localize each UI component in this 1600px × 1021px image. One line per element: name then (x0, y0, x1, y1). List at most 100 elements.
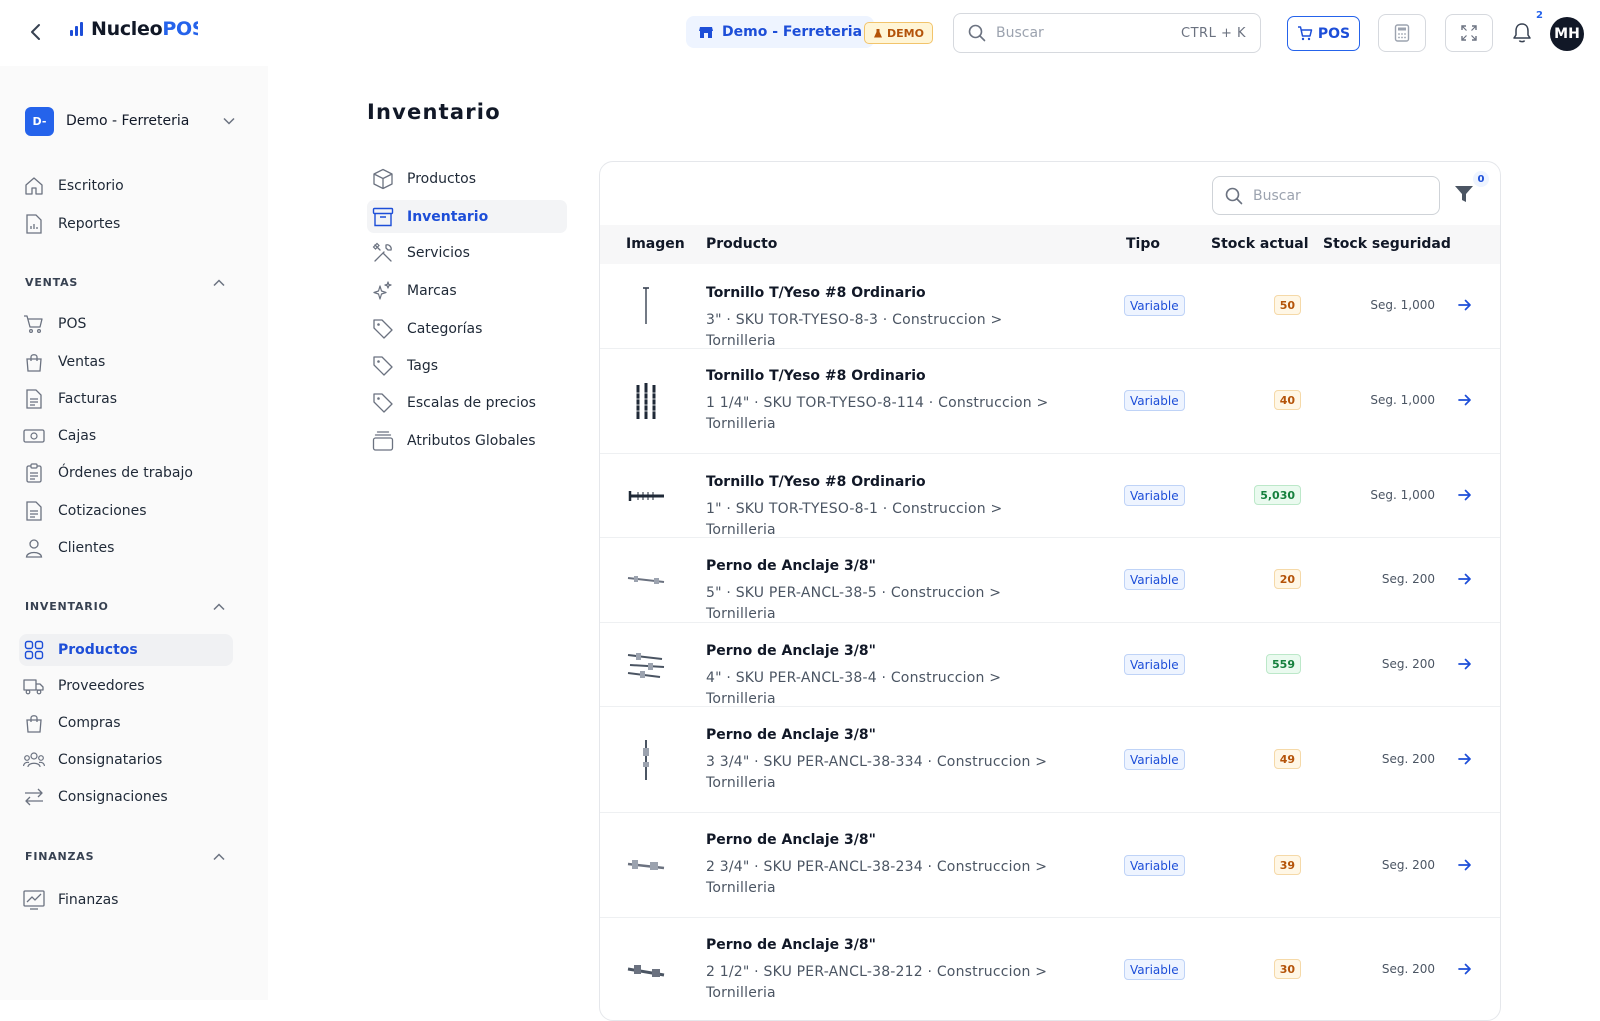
table-row[interactable]: Tornillo T/Yeso #8 Ordinario 1" · SKU TO… (600, 454, 1500, 538)
subnav-productos[interactable]: Productos (367, 162, 567, 195)
bag-icon (23, 712, 45, 734)
product-image (624, 949, 668, 993)
row-open-button[interactable] (1456, 750, 1474, 768)
table-search-input[interactable] (1253, 187, 1427, 204)
sidebar-item-label: Clientes (58, 540, 115, 556)
sidebar-item-ventas[interactable]: Ventas (19, 346, 233, 378)
column-header-tipo[interactable]: Tipo (1126, 236, 1160, 252)
box-icon (372, 168, 394, 190)
tools-icon (372, 242, 394, 264)
section-finanzas[interactable]: FINANZAS (25, 850, 225, 863)
sidebar-item-productos[interactable]: Productos (19, 634, 233, 666)
product-image (624, 474, 668, 518)
stock-badge: 20 (1273, 569, 1301, 589)
pos-button[interactable]: POS (1287, 16, 1360, 51)
filter-button[interactable] (1452, 182, 1476, 206)
column-header-stock-actual[interactable]: Stock actual (1211, 236, 1309, 252)
table-header: Imagen Producto Tipo Stock actual Stock … (600, 225, 1500, 264)
screw-image (628, 491, 664, 501)
row-open-button[interactable] (1456, 391, 1474, 409)
notifications-button[interactable] (1507, 18, 1537, 48)
column-header-producto[interactable]: Producto (706, 236, 777, 252)
cart-icon (23, 313, 45, 335)
report-icon (23, 213, 45, 235)
sidebar-item-label: Escritorio (58, 178, 124, 194)
sidebar-item-consignaciones[interactable]: Consignaciones (19, 781, 233, 813)
sidebar-item-reportes[interactable]: Reportes (19, 208, 233, 240)
demo-badge: DEMO (864, 22, 933, 44)
subnav-marcas[interactable]: Marcas (367, 274, 567, 307)
page-title: Inventario (367, 100, 501, 124)
subnav-categorias[interactable]: Categorías (367, 312, 567, 345)
subnav-label: Marcas (407, 282, 457, 299)
row-open-button[interactable] (1456, 960, 1474, 978)
company-selector[interactable]: D- Demo - Ferreteria (25, 106, 235, 136)
subnav-inventario[interactable]: Inventario (367, 200, 567, 233)
table-row[interactable]: Perno de Anclaje 3/8" 2 1/2" · SKU PER-A… (600, 918, 1500, 1020)
table-row[interactable]: Perno de Anclaje 3/8" 4" · SKU PER-ANCL-… (600, 623, 1500, 707)
section-title: VENTAS (25, 276, 79, 289)
document-icon (23, 500, 45, 522)
row-open-button[interactable] (1456, 655, 1474, 673)
global-search[interactable]: CTRL + K (953, 13, 1261, 53)
section-inventario[interactable]: INVENTARIO (25, 600, 225, 613)
bell-icon (1513, 23, 1531, 43)
back-button[interactable] (24, 20, 48, 44)
product-meta: 1 1/4" · SKU TOR-TYESO-8-114 · Construcc… (706, 395, 1049, 432)
home-icon (23, 175, 45, 197)
product-name[interactable]: Perno de Anclaje 3/8" (706, 937, 876, 953)
row-open-button[interactable] (1456, 856, 1474, 874)
sidebar-item-proveedores[interactable]: Proveedores (19, 670, 233, 702)
sidebar-item-pos[interactable]: POS (19, 308, 233, 340)
section-ventas[interactable]: VENTAS (25, 276, 225, 289)
app-logo[interactable]: NucleoPOS (70, 18, 198, 40)
fullscreen-button[interactable] (1445, 14, 1493, 52)
row-open-button[interactable] (1456, 296, 1474, 314)
store-icon (699, 27, 713, 38)
chart-icon (23, 889, 45, 911)
global-search-input[interactable] (996, 25, 1172, 41)
column-header-stock-seguridad[interactable]: Stock seguridad (1323, 236, 1451, 252)
product-name[interactable]: Perno de Anclaje 3/8" (706, 558, 876, 574)
sidebar-item-label: Cotizaciones (58, 503, 147, 519)
logo-text: NucleoPOS (91, 18, 198, 40)
product-image (624, 844, 668, 888)
product-name[interactable]: Tornillo T/Yeso #8 Ordinario (706, 285, 926, 301)
column-header-imagen[interactable]: Imagen (626, 236, 685, 252)
sidebar-item-consignatarios[interactable]: Consignatarios (19, 744, 233, 776)
user-avatar[interactable]: MH (1550, 17, 1584, 51)
store-selector[interactable]: Demo - Ferreteria (686, 16, 875, 48)
product-image (624, 558, 668, 602)
search-icon (1225, 187, 1243, 204)
subnav-escalas-precios[interactable]: Escalas de precios (367, 386, 567, 419)
sidebar-item-compras[interactable]: Compras (19, 707, 233, 739)
sidebar-item-clientes[interactable]: Clientes (19, 532, 233, 564)
product-meta: 5" · SKU PER-ANCL-38-5 · Construccion > … (706, 585, 1002, 622)
top-bar: NucleoPOS Demo - Ferreteria DEMO CTRL + … (0, 0, 1600, 66)
table-row[interactable]: Tornillo T/Yeso #8 Ordinario 3" · SKU TO… (600, 264, 1500, 349)
sidebar-item-facturas[interactable]: Facturas (19, 383, 233, 415)
sidebar-item-ordenes[interactable]: Órdenes de trabajo (19, 457, 233, 489)
row-open-button[interactable] (1456, 570, 1474, 588)
table-row[interactable]: Perno de Anclaje 3/8" 5" · SKU PER-ANCL-… (600, 538, 1500, 623)
product-meta: 3" · SKU TOR-TYESO-8-3 · Construccion > … (706, 312, 1003, 349)
sidebar-item-escritorio[interactable]: Escritorio (19, 170, 233, 202)
calculator-button[interactable] (1378, 14, 1426, 52)
product-name[interactable]: Perno de Anclaje 3/8" (706, 832, 876, 848)
row-open-button[interactable] (1456, 486, 1474, 504)
product-name[interactable]: Perno de Anclaje 3/8" (706, 643, 876, 659)
table-search[interactable] (1212, 176, 1440, 215)
subnav-tags[interactable]: Tags (367, 349, 567, 382)
sidebar-item-cotizaciones[interactable]: Cotizaciones (19, 495, 233, 527)
sidebar-item-cajas[interactable]: Cajas (19, 420, 233, 452)
table-row[interactable]: Tornillo T/Yeso #8 Ordinario 1 1/4" · SK… (600, 349, 1500, 454)
table-row[interactable]: Perno de Anclaje 3/8" 3 3/4" · SKU PER-A… (600, 707, 1500, 813)
sidebar-item-finanzas[interactable]: Finanzas (19, 884, 233, 916)
product-name[interactable]: Tornillo T/Yeso #8 Ordinario (706, 474, 926, 490)
subnav-atributos-globales[interactable]: Atributos Globales (367, 424, 567, 457)
subnav-servicios[interactable]: Servicios (367, 236, 567, 269)
table-row[interactable]: Perno de Anclaje 3/8" 2 3/4" · SKU PER-A… (600, 813, 1500, 918)
truck-icon (23, 675, 45, 697)
product-name[interactable]: Tornillo T/Yeso #8 Ordinario (706, 368, 926, 384)
product-name[interactable]: Perno de Anclaje 3/8" (706, 727, 876, 743)
